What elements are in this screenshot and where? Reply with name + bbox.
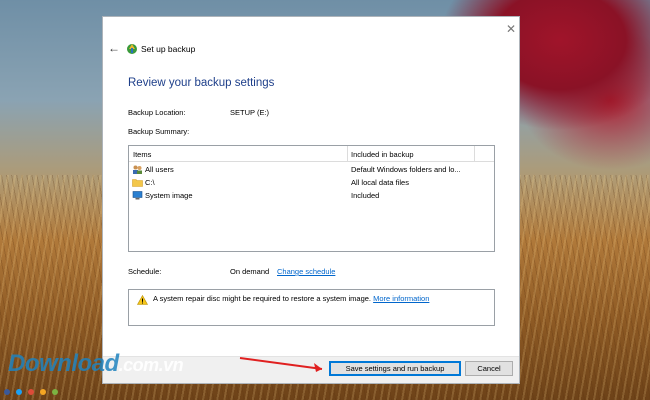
row-included-value: Included (351, 191, 380, 200)
watermark-text: Download (8, 350, 119, 377)
bottom-color-dots (4, 389, 58, 395)
row-included-value: All local data files (351, 178, 409, 187)
table-row[interactable]: System image Included (129, 189, 494, 202)
watermark-suffix: .com.vn (118, 355, 184, 375)
cancel-button[interactable]: Cancel (465, 361, 513, 376)
red-annotation-arrow (239, 357, 323, 372)
column-header-items[interactable]: Items (133, 150, 151, 159)
computer-icon (132, 191, 143, 200)
backup-location-label: Backup Location: (128, 108, 186, 117)
close-icon[interactable]: ✕ (506, 22, 516, 36)
dot-icon (52, 389, 58, 395)
change-schedule-link[interactable]: Change schedule (277, 267, 335, 276)
warning-text: A system repair disc might be required t… (153, 294, 372, 303)
dot-icon (4, 389, 10, 395)
row-included-value: Default Windows folders and lo... (351, 165, 461, 174)
table-row[interactable]: C:\ All local data files (129, 176, 494, 189)
more-information-link[interactable]: More information (373, 294, 429, 303)
backup-summary-label: Backup Summary: (128, 127, 190, 136)
column-header-included[interactable]: Included in backup (351, 150, 414, 159)
row-item-name: System image (145, 191, 193, 200)
row-item-name: All users (145, 165, 174, 174)
warning-box: A system repair disc might be required t… (128, 289, 495, 326)
download-watermark: Download.com.vn (8, 350, 184, 378)
back-arrow-icon[interactable]: ← (108, 41, 120, 55)
table-row[interactable]: All users Default Windows folders and lo… (129, 163, 494, 176)
schedule-label: Schedule: (128, 267, 162, 276)
dot-icon (40, 389, 46, 395)
backup-location-value: SETUP (E:) (230, 108, 270, 117)
column-separator[interactable] (474, 146, 475, 161)
backup-summary-table: Items Included in backup All users Defau… (128, 145, 495, 252)
folder-icon (132, 179, 143, 187)
backup-app-icon (127, 44, 137, 54)
save-settings-and-run-backup-button[interactable]: Save settings and run backup (329, 361, 461, 376)
dot-icon (28, 389, 34, 395)
table-header: Items Included in backup (129, 146, 494, 162)
row-item-name: C:\ (145, 178, 155, 187)
column-separator[interactable] (347, 146, 348, 161)
page-title: Review your backup settings (128, 77, 275, 89)
set-up-backup-window: ✕ ← Set up backup Review your backup set… (102, 16, 520, 384)
schedule-value: On demand (230, 267, 270, 276)
dot-icon (16, 389, 22, 395)
window-title: Set up backup (141, 44, 196, 54)
users-icon (133, 165, 142, 174)
warning-icon (137, 295, 148, 305)
